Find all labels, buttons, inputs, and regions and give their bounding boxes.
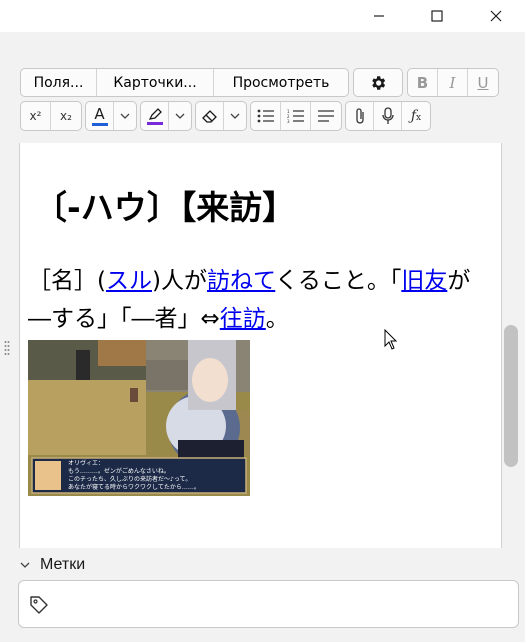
definition-part: くること。「 bbox=[275, 268, 402, 294]
bold-button[interactable]: B bbox=[408, 69, 438, 96]
maximize-icon bbox=[431, 10, 443, 22]
game-dialogue: オリヴィエ： もう………。ゼンがごめんなさいね。 このチったち、久しぶりの来訪者… bbox=[68, 460, 200, 492]
eraser-icon bbox=[201, 110, 217, 123]
media-group: ƒx bbox=[345, 101, 431, 131]
clear-format-dropdown[interactable] bbox=[224, 102, 246, 130]
subscript-button[interactable]: x₂ bbox=[51, 102, 81, 130]
minimize-button[interactable] bbox=[356, 0, 402, 32]
field-card-preview-group: Поля... Карточки... Просмотреть bbox=[20, 68, 349, 97]
chevron-down-icon bbox=[120, 113, 130, 119]
close-button[interactable] bbox=[473, 0, 519, 32]
chevron-down-icon bbox=[20, 562, 30, 568]
card-heading: 〔-ハウ〕【来訪】 bbox=[34, 188, 296, 227]
paperclip-icon bbox=[355, 108, 364, 124]
numbered-list-button[interactable]: 123 bbox=[281, 102, 311, 130]
preview-button[interactable]: Просмотреть bbox=[214, 69, 348, 96]
chevron-down-icon bbox=[175, 113, 185, 119]
text-style-group: B I U bbox=[407, 68, 499, 97]
text-color-icon: A bbox=[94, 104, 105, 123]
game-screenshot-image: オリヴィエ： もう………。ゼンがごめんなさいね。 このチったち、久しぶりの来訪者… bbox=[28, 340, 250, 496]
function-icon: ƒx bbox=[410, 108, 422, 124]
underline-button[interactable]: U bbox=[468, 69, 498, 96]
attach-button[interactable] bbox=[346, 102, 374, 130]
cards-button[interactable]: Карточки... bbox=[97, 69, 214, 96]
resize-grip-icon[interactable] bbox=[4, 340, 10, 356]
highlighter-icon bbox=[148, 108, 162, 120]
definition-part: 。 bbox=[265, 306, 289, 332]
bullet-list-icon bbox=[257, 109, 274, 123]
maximize-button[interactable] bbox=[414, 0, 460, 32]
highlight-group bbox=[140, 101, 192, 131]
chevron-down-icon bbox=[230, 113, 240, 119]
minimize-icon bbox=[374, 15, 384, 17]
bullet-list-button[interactable] bbox=[251, 102, 281, 130]
list-group: 123 bbox=[250, 101, 342, 131]
eraser-group bbox=[195, 101, 247, 131]
scrollbar-thumb[interactable] bbox=[504, 325, 518, 467]
link-ouhou[interactable]: 往訪 bbox=[220, 306, 266, 332]
tags-header[interactable]: Метки bbox=[20, 553, 85, 577]
text-color-button[interactable]: A bbox=[86, 102, 114, 130]
text-color-dropdown[interactable] bbox=[114, 102, 136, 130]
superscript-button[interactable]: x² bbox=[21, 102, 51, 130]
script-group: x² x₂ bbox=[20, 101, 82, 131]
dialogue-speaker: オリヴィエ： bbox=[68, 460, 105, 467]
highlight-color-swatch bbox=[146, 122, 163, 125]
link-tazunete[interactable]: 訪ねて bbox=[207, 268, 275, 294]
toolbar-row-top: Поля... Карточки... Просмотреть B I U bbox=[20, 68, 499, 97]
fields-button[interactable]: Поля... bbox=[21, 69, 97, 96]
title-bar bbox=[0, 0, 525, 32]
gear-icon bbox=[372, 75, 386, 90]
italic-button[interactable]: I bbox=[438, 69, 468, 96]
text-color-group: A bbox=[85, 101, 137, 131]
definition-part: ［名］( bbox=[28, 268, 106, 294]
text-color-swatch bbox=[91, 122, 108, 126]
dialogue-line: もう………。ゼンがごめんなさいね。 bbox=[68, 468, 170, 475]
numbered-list-icon: 123 bbox=[287, 109, 304, 123]
settings-button[interactable] bbox=[353, 68, 403, 97]
toolbar-row-bottom: x² x₂ A 123 ƒx bbox=[20, 101, 431, 131]
microphone-icon bbox=[381, 107, 394, 124]
link-suru[interactable]: スル bbox=[106, 268, 152, 294]
dialogue-line: このチったち、久しぶりの来訪者だ〜♪って。 bbox=[68, 476, 192, 483]
definition-part: )人が bbox=[151, 268, 207, 294]
tag-icon bbox=[30, 596, 48, 614]
close-icon bbox=[490, 10, 502, 22]
math-button[interactable]: ƒx bbox=[402, 102, 430, 130]
clear-format-button[interactable] bbox=[196, 102, 224, 130]
highlight-button[interactable] bbox=[141, 102, 169, 130]
tags-label: Метки bbox=[40, 556, 86, 573]
mouse-cursor-icon bbox=[384, 329, 398, 350]
highlight-dropdown[interactable] bbox=[169, 102, 191, 130]
field-editor[interactable]: 〔-ハウ〕【来訪】 ［名］(スル)人が訪ねてくること。「旧友が―する」「―者」⇔… bbox=[19, 143, 502, 548]
link-kyuuyuu[interactable]: 旧友 bbox=[401, 268, 447, 294]
definition-text: ［名］(スル)人が訪ねてくること。「旧友が―する」「―者」⇔往訪。 bbox=[28, 262, 488, 338]
align-button[interactable] bbox=[311, 102, 341, 130]
align-left-icon bbox=[318, 110, 334, 122]
dialogue-line: あなたが寝てる時からワクワクしてたから……。 bbox=[68, 484, 200, 491]
tags-input[interactable] bbox=[18, 580, 519, 628]
svg-text:3: 3 bbox=[287, 119, 290, 123]
record-audio-button[interactable] bbox=[374, 102, 402, 130]
